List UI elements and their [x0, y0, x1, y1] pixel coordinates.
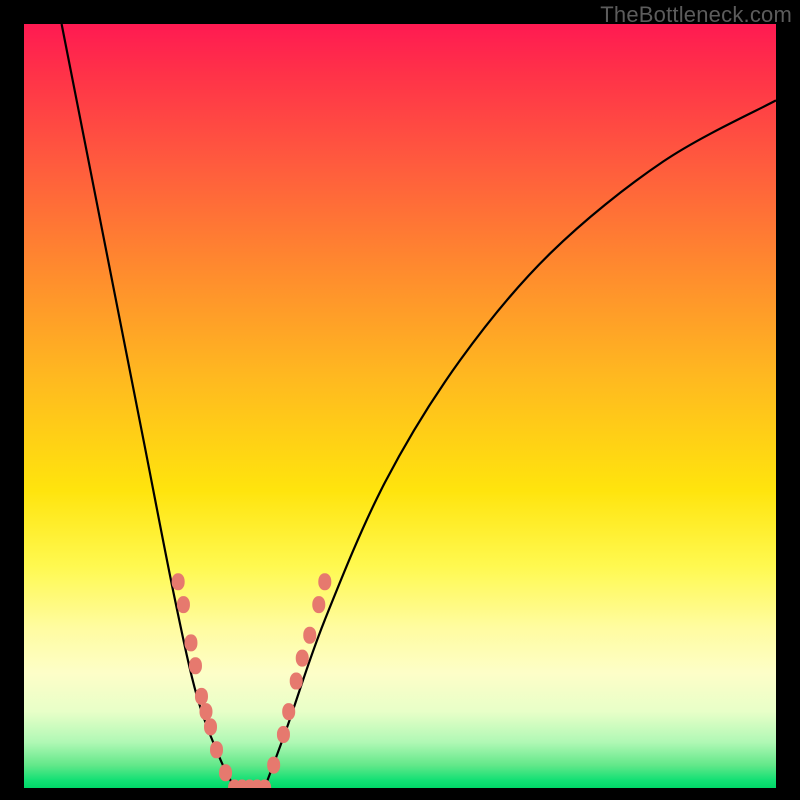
fit-dot	[177, 596, 190, 613]
fit-dot	[277, 726, 290, 743]
line-series-group	[62, 24, 776, 788]
fit-dot	[172, 573, 185, 590]
fit-dot	[267, 757, 280, 774]
fit-dot	[296, 650, 309, 667]
markers-group	[172, 573, 332, 788]
fit-dot	[184, 634, 197, 651]
fit-dot	[210, 741, 223, 758]
fit-dot	[219, 764, 232, 781]
fit-dot	[290, 673, 303, 690]
fit-dot	[318, 573, 331, 590]
plot-area	[24, 24, 776, 788]
fit-dot	[303, 627, 316, 644]
fit-dot	[312, 596, 325, 613]
fit-dot	[199, 703, 212, 720]
left-curve-path	[62, 24, 235, 788]
chart-frame: TheBottleneck.com	[0, 0, 800, 800]
right-curve-path	[265, 100, 776, 788]
fit-dot	[282, 703, 295, 720]
chart-svg	[24, 24, 776, 788]
fit-dot	[195, 688, 208, 705]
fit-dot	[204, 718, 217, 735]
fit-dot	[189, 657, 202, 674]
